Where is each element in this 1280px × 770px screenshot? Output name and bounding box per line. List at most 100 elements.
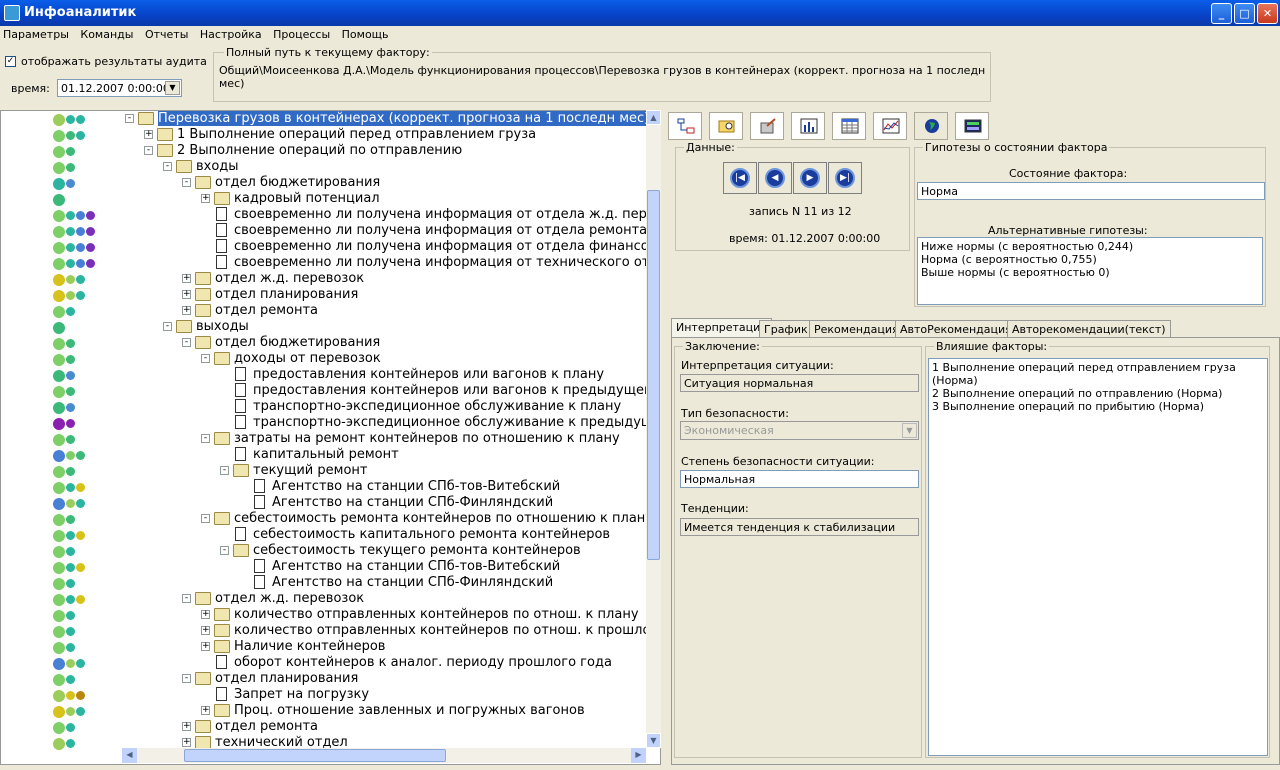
collapse-icon[interactable]: - bbox=[182, 338, 191, 347]
expand-icon[interactable]: + bbox=[182, 290, 191, 299]
tree-node[interactable]: - себестоимость ремонта контейнеров по от… bbox=[1, 511, 660, 527]
tree-node-label[interactable]: входы bbox=[196, 159, 239, 174]
toolbar-button-bar-chart[interactable] bbox=[791, 112, 825, 140]
tree-node[interactable]: - выходы bbox=[1, 319, 660, 335]
tree-node[interactable]: предоставления контейнеров или вагонов к… bbox=[1, 367, 660, 383]
interpretation-field[interactable]: Ситуация нормальная bbox=[680, 374, 919, 392]
menu-settings[interactable]: Настройка bbox=[197, 26, 265, 43]
tree-node-label[interactable]: Запрет на погрузку bbox=[234, 687, 369, 702]
menu-parameters[interactable]: Параметры bbox=[0, 26, 72, 43]
menu-commands[interactable]: Команды bbox=[77, 26, 136, 43]
tab-auto-recommendation[interactable]: АвтоРекомендация bbox=[895, 320, 1017, 338]
tree-node-label[interactable]: 1 Выполнение операций перед отправлением… bbox=[177, 127, 536, 142]
tree-node-label[interactable]: своевременно ли получена информация от о… bbox=[234, 223, 654, 238]
tree-node-label[interactable]: своевременно ли получена информация от о… bbox=[234, 239, 660, 254]
tree-node[interactable]: Запрет на погрузку bbox=[1, 687, 660, 703]
toolbar-button-calculator[interactable] bbox=[955, 112, 989, 140]
tree-node[interactable]: оборот контейнеров к аналог. периоду про… bbox=[1, 655, 660, 671]
list-item[interactable]: 2 Выполнение операций по отправлению (Но… bbox=[932, 387, 1264, 400]
tree-node-label[interactable]: отдел планирования bbox=[215, 287, 358, 302]
tree-node-label[interactable]: Агентство на станции СПб-тов-Витебский bbox=[272, 559, 560, 574]
audit-checkbox[interactable]: ✓ bbox=[5, 56, 16, 67]
tree-node[interactable]: капитальный ремонт bbox=[1, 447, 660, 463]
tree-node[interactable]: - доходы от перевозок bbox=[1, 351, 660, 367]
collapse-icon[interactable]: - bbox=[163, 322, 172, 331]
expand-icon[interactable]: + bbox=[182, 738, 191, 747]
tree-node[interactable]: - затраты на ремонт контейнеров по отноше… bbox=[1, 431, 660, 447]
scroll-up-icon[interactable]: ▲ bbox=[646, 110, 661, 125]
tree-node-label[interactable]: предоставления контейнеров или вагонов к… bbox=[253, 383, 660, 398]
tree-node-label[interactable]: Агентство на станции СПб-Финляндский bbox=[272, 575, 553, 590]
collapse-icon[interactable]: - bbox=[201, 354, 210, 363]
tree-node-label[interactable]: количество отправленных контейнеров по о… bbox=[234, 607, 639, 622]
tree-node[interactable]: своевременно ли получена информация от о… bbox=[1, 223, 660, 239]
tree-node-label[interactable]: отдел ж.д. перевозок bbox=[215, 591, 364, 606]
tree-node-label[interactable]: капитальный ремонт bbox=[253, 447, 399, 462]
list-item[interactable]: Выше нормы (с вероятностью 0) bbox=[921, 266, 1259, 279]
collapse-icon[interactable]: - bbox=[125, 114, 134, 123]
tree-node-label[interactable]: транспортно-экспедиционное обслуживание … bbox=[253, 415, 660, 430]
collapse-icon[interactable]: - bbox=[220, 466, 229, 475]
menu-reports[interactable]: Отчеты bbox=[142, 26, 191, 43]
collapse-icon[interactable]: - bbox=[144, 146, 153, 155]
next-record-button[interactable]: ▶ bbox=[793, 162, 827, 194]
tree-node[interactable]: транспортно-экспедиционное обслуживание … bbox=[1, 415, 660, 431]
tree-vertical-scrollbar[interactable]: ▲ ▼ bbox=[646, 110, 661, 748]
tree-node[interactable]: своевременно ли получена информация от о… bbox=[1, 207, 660, 223]
tree-node-label[interactable]: своевременно ли получена информация от т… bbox=[234, 255, 660, 270]
collapse-icon[interactable]: - bbox=[163, 162, 172, 171]
tree-node[interactable]: - 2 Выполнение операций по отправлению bbox=[1, 143, 660, 159]
chevron-down-icon[interactable]: ▼ bbox=[165, 81, 180, 95]
chevron-down-icon[interactable]: ▼ bbox=[902, 423, 917, 438]
scroll-thumb-horizontal[interactable] bbox=[184, 749, 446, 762]
tree-node-label[interactable]: количество отправленных контейнеров по о… bbox=[234, 623, 660, 638]
tree-node[interactable]: + отдел ремонта bbox=[1, 303, 660, 319]
expand-icon[interactable]: + bbox=[182, 274, 191, 283]
toolbar-button-globe[interactable] bbox=[914, 112, 948, 140]
last-record-button[interactable]: ▶| bbox=[828, 162, 862, 194]
tree-node[interactable]: - Перевозка грузов в контейнерах (коррект… bbox=[1, 111, 660, 127]
tree-horizontal-scrollbar[interactable]: ◀ ▶ bbox=[122, 748, 646, 763]
list-item[interactable]: 1 Выполнение операций перед отправлением… bbox=[932, 361, 1264, 387]
expand-icon[interactable]: + bbox=[182, 722, 191, 731]
expand-icon[interactable]: + bbox=[201, 706, 210, 715]
tree-node[interactable]: + количество отправленных контейнеров по … bbox=[1, 623, 660, 639]
influencing-list[interactable]: 1 Выполнение операций перед отправлением… bbox=[928, 358, 1268, 756]
state-field[interactable]: Норма bbox=[917, 182, 1265, 200]
tree-node[interactable]: + Наличие контейнеров bbox=[1, 639, 660, 655]
collapse-icon[interactable]: - bbox=[201, 434, 210, 443]
tree-node[interactable]: - себестоимость текущего ремонта контейне… bbox=[1, 543, 660, 559]
tree-node-label[interactable]: текущий ремонт bbox=[253, 463, 367, 478]
tree-node-label[interactable]: Агентство на станции СПб-Финляндский bbox=[272, 495, 553, 510]
tree-node[interactable]: себестоимость капитального ремонта конте… bbox=[1, 527, 660, 543]
tree-node-label[interactable]: затраты на ремонт контейнеров по отношен… bbox=[234, 431, 620, 446]
tab-interpretation[interactable]: Интерпретация bbox=[671, 318, 772, 339]
close-button[interactable]: ✕ bbox=[1257, 3, 1278, 24]
expand-icon[interactable]: + bbox=[144, 130, 153, 139]
tree-node[interactable]: Агентство на станции СПб-Финляндский bbox=[1, 495, 660, 511]
trends-field[interactable]: Имеется тенденция к стабилизации bbox=[680, 518, 919, 536]
tree-node-label[interactable]: себестоимость капитального ремонта конте… bbox=[253, 527, 610, 542]
tree-node[interactable]: Агентство на станции СПб-тов-Витебский bbox=[1, 559, 660, 575]
tree-node[interactable]: + отдел ж.д. перевозок bbox=[1, 271, 660, 287]
toolbar-button-diagram[interactable] bbox=[668, 112, 702, 140]
tree-node-label[interactable]: отдел бюджетирования bbox=[215, 175, 380, 190]
tree-node[interactable]: + отдел планирования bbox=[1, 287, 660, 303]
tree-node-label[interactable]: Наличие контейнеров bbox=[234, 639, 385, 654]
tree-node[interactable]: + количество отправленных контейнеров по … bbox=[1, 607, 660, 623]
tree-node[interactable]: Агентство на станции СПб-тов-Витебский bbox=[1, 479, 660, 495]
tree-node[interactable]: + кадровый потенциал bbox=[1, 191, 660, 207]
list-item[interactable]: 3 Выполнение операций по прибытию (Норма… bbox=[932, 400, 1264, 413]
expand-icon[interactable]: + bbox=[201, 194, 210, 203]
collapse-icon[interactable]: - bbox=[182, 674, 191, 683]
list-item[interactable]: Ниже нормы (с вероятностью 0,244) bbox=[921, 240, 1259, 253]
tree-node-label[interactable]: себестоимость текущего ремонта контейнер… bbox=[253, 543, 581, 558]
tab-chart[interactable]: График bbox=[759, 320, 813, 338]
factor-tree[interactable]: - Перевозка грузов в контейнерах (коррект… bbox=[0, 110, 661, 765]
tree-node-label[interactable]: своевременно ли получена информация от о… bbox=[234, 207, 660, 222]
collapse-icon[interactable]: - bbox=[182, 594, 191, 603]
safety-type-select[interactable]: Экономическая ▼ bbox=[680, 421, 919, 440]
tree-node-label[interactable]: кадровый потенциал bbox=[234, 191, 380, 206]
expand-icon[interactable]: + bbox=[182, 306, 191, 315]
safety-level-field[interactable]: Нормальная bbox=[680, 470, 919, 488]
